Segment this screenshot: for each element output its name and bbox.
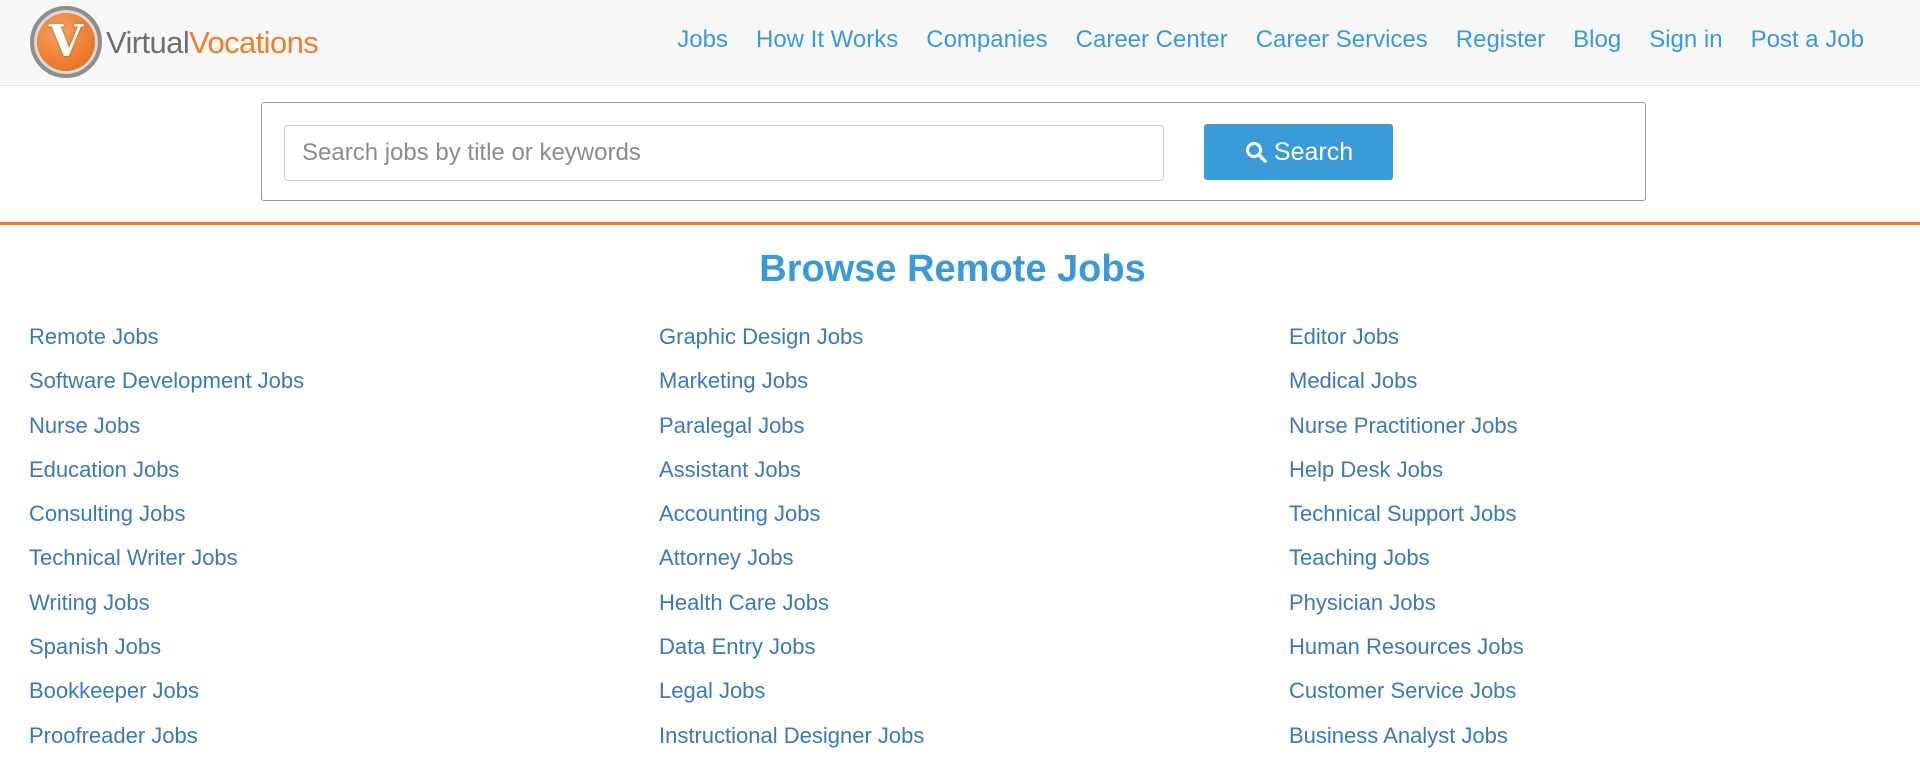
logo-letter: V — [48, 16, 84, 67]
category-link[interactable]: Graphic Design Jobs — [659, 313, 924, 357]
main-nav: Jobs How It Works Companies Career Cente… — [649, 0, 1864, 80]
category-link[interactable]: Editor Jobs — [1289, 313, 1524, 357]
search-panel: Search — [261, 102, 1646, 201]
category-link[interactable]: Business Analyst Jobs — [1289, 712, 1524, 756]
category-link[interactable]: Accounting Jobs — [659, 490, 924, 534]
nav-career-services[interactable]: Career Services — [1256, 26, 1428, 54]
category-link[interactable]: Teaching Jobs — [1289, 534, 1524, 578]
nav-companies[interactable]: Companies — [926, 26, 1047, 54]
search-icon — [1245, 142, 1267, 163]
category-link[interactable]: Instructional Designer Jobs — [659, 712, 924, 756]
category-link[interactable]: Help Desk Jobs — [1289, 446, 1524, 490]
search-input[interactable] — [284, 125, 1164, 181]
search-button[interactable]: Search — [1204, 124, 1393, 180]
site-logo[interactable]: V VirtualVocations — [30, 6, 319, 78]
nav-career-center[interactable]: Career Center — [1076, 26, 1228, 54]
category-link[interactable]: Nurse Jobs — [29, 402, 304, 446]
category-link[interactable]: Human Resources Jobs — [1289, 623, 1524, 667]
nav-register[interactable]: Register — [1456, 26, 1545, 54]
category-link[interactable]: Technical Support Jobs — [1289, 490, 1524, 534]
category-link[interactable]: Health Care Jobs — [659, 579, 924, 623]
logo-wordmark: VirtualVocations — [106, 24, 319, 60]
header-divider — [0, 222, 1920, 225]
category-link[interactable]: Spanish Jobs — [29, 623, 304, 667]
nav-post-a-job[interactable]: Post a Job — [1751, 26, 1864, 54]
category-link[interactable]: Attorney Jobs — [659, 534, 924, 578]
browse-title: Browse Remote Jobs — [759, 248, 1146, 290]
category-link[interactable]: Technical Writer Jobs — [29, 534, 304, 578]
logo-word-virtual: Virtual — [106, 24, 190, 60]
category-link[interactable]: Legal Jobs — [659, 667, 924, 711]
nav-blog[interactable]: Blog — [1573, 26, 1621, 54]
category-link[interactable]: Software Development Jobs — [29, 357, 304, 401]
category-link[interactable]: Writing Jobs — [29, 579, 304, 623]
job-category-column-1: Remote Jobs Software Development Jobs Nu… — [29, 313, 304, 756]
category-link[interactable]: Marketing Jobs — [659, 357, 924, 401]
site-header: V VirtualVocations Jobs How It Works Com… — [0, 0, 1920, 86]
logo-badge-icon: V — [30, 6, 102, 78]
category-link[interactable]: Bookkeeper Jobs — [29, 667, 304, 711]
category-link[interactable]: Remote Jobs — [29, 313, 304, 357]
search-button-label: Search — [1273, 137, 1354, 166]
job-category-column-3: Editor Jobs Medical Jobs Nurse Practitio… — [1289, 313, 1524, 756]
category-link[interactable]: Consulting Jobs — [29, 490, 304, 534]
job-category-column-2: Graphic Design Jobs Marketing Jobs Paral… — [659, 313, 924, 756]
category-link[interactable]: Education Jobs — [29, 446, 304, 490]
category-link[interactable]: Data Entry Jobs — [659, 623, 924, 667]
category-link[interactable]: Customer Service Jobs — [1289, 667, 1524, 711]
category-link[interactable]: Nurse Practitioner Jobs — [1289, 402, 1524, 446]
logo-word-vocations: Vocations — [189, 24, 319, 60]
category-link[interactable]: Assistant Jobs — [659, 446, 924, 490]
nav-jobs[interactable]: Jobs — [677, 26, 728, 54]
category-link[interactable]: Medical Jobs — [1289, 357, 1524, 401]
nav-sign-in[interactable]: Sign in — [1649, 26, 1722, 54]
category-link[interactable]: Paralegal Jobs — [659, 402, 924, 446]
category-link[interactable]: Proofreader Jobs — [29, 712, 304, 756]
category-link[interactable]: Physician Jobs — [1289, 579, 1524, 623]
nav-how-it-works[interactable]: How It Works — [756, 26, 898, 54]
